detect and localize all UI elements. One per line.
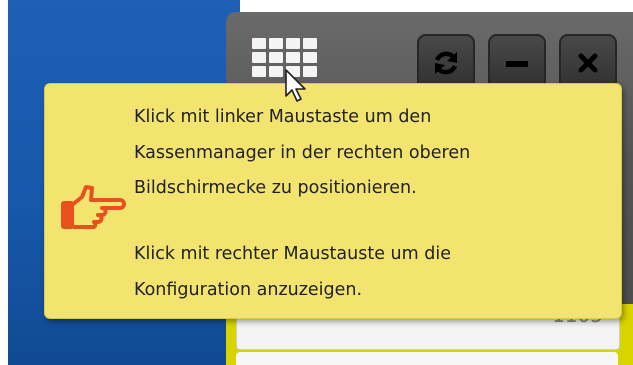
app-lower-strip bbox=[236, 352, 618, 365]
refresh-icon bbox=[434, 51, 458, 75]
hand-pointing-right-icon bbox=[61, 185, 126, 229]
close-icon bbox=[578, 53, 598, 73]
tooltip-line-2: Kassenmanager in der rechten oberen bbox=[134, 143, 471, 163]
tooltip-line-3: Bildschirmecke zu positionieren. bbox=[134, 178, 417, 198]
tooltip-line-5: Konfiguration anzuzeigen. bbox=[134, 280, 363, 300]
mouse-cursor-icon bbox=[285, 69, 306, 102]
tooltip-line-4: Klick mit rechter Maustauste um die bbox=[134, 244, 451, 264]
tooltip-line-1: Klick mit linker Maustaste um den bbox=[134, 107, 432, 127]
minimize-icon bbox=[506, 61, 528, 67]
